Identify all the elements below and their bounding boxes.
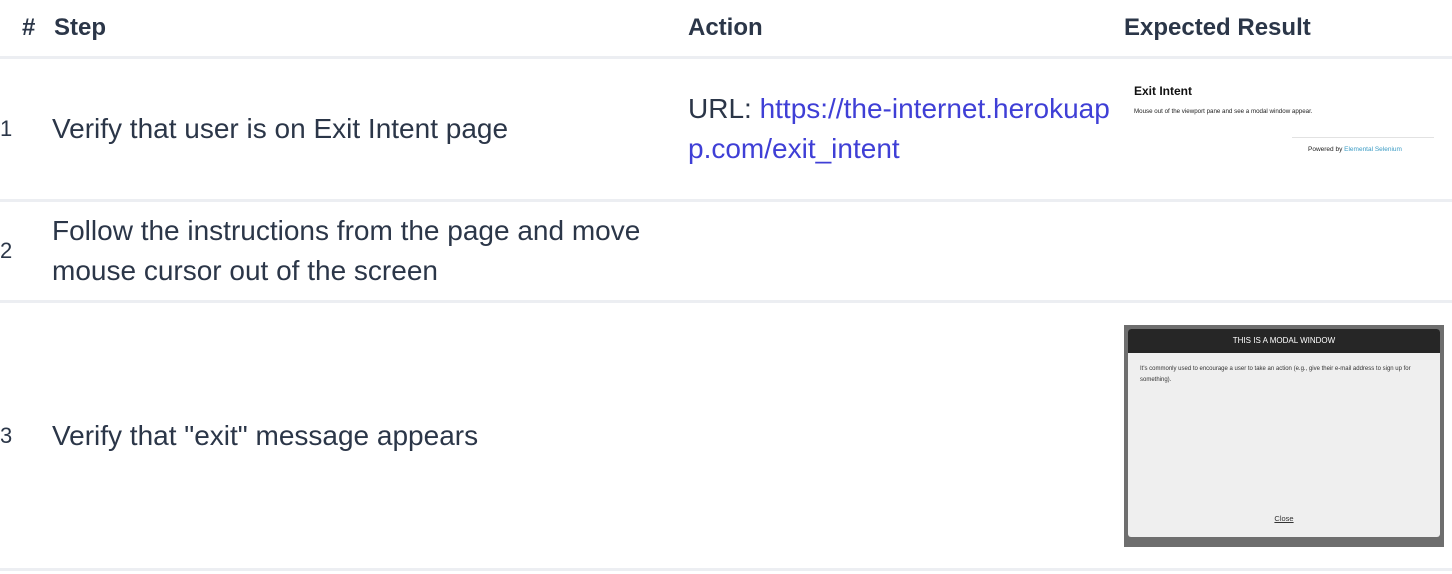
expected-cell [1124,199,1452,302]
expected-cell: Exit Intent Mouse out of the viewport pa… [1124,56,1452,201]
mini-page-divider [1292,137,1434,138]
modal-window: THIS IS A MODAL WINDOW It's commonly use… [1128,328,1440,537]
table-row: 3 Verify that "exit" message appears THI… [0,300,1452,571]
step-text: Verify that "exit" message appears [52,300,688,571]
modal-close-link: Close [1274,513,1294,523]
row-number: 1 [0,56,52,201]
header-expected: Expected Result [1124,14,1311,41]
powered-by-link: Elemental Selenium [1344,146,1402,153]
modal-title: THIS IS A MODAL WINDOW [1128,328,1440,353]
expected-cell: THIS IS A MODAL WINDOW It's commonly use… [1124,300,1452,571]
test-steps-table: # Step Action Expected Result 1 Verify t… [0,0,1452,571]
action-cell: URL: https://the-internet.herokuapp.com/… [688,56,1124,201]
action-cell [688,199,1124,302]
mini-page-footer: Powered by Elemental Selenium [1308,146,1402,153]
modal-body-text: It's commonly used to encourage a user t… [1140,365,1411,383]
row-number: 2 [0,199,52,302]
action-prefix: URL: [688,93,760,124]
mini-page-title: Exit Intent [1134,84,1193,98]
header-row: # Step Action Expected Result [0,0,1452,58]
table-row: 2 Follow the instructions from the page … [0,199,1452,302]
expected-screenshot-exit-intent-page: Exit Intent Mouse out of the viewport pa… [1124,64,1434,194]
header-step: Step [54,14,107,41]
step-text: Follow the instructions from the page an… [52,199,688,302]
action-cell [688,300,1124,571]
header-action: Action [688,14,763,41]
expected-screenshot-modal-window: THIS IS A MODAL WINDOW It's commonly use… [1124,324,1444,547]
table-row: 1 Verify that user is on Exit Intent pag… [0,56,1452,201]
powered-by-text: Powered by [1308,146,1345,153]
step-text: Verify that user is on Exit Intent page [52,56,688,201]
mini-page-description: Mouse out of the viewport pane and see a… [1134,108,1313,115]
row-number: 3 [0,300,52,571]
header-num: # [22,14,36,41]
